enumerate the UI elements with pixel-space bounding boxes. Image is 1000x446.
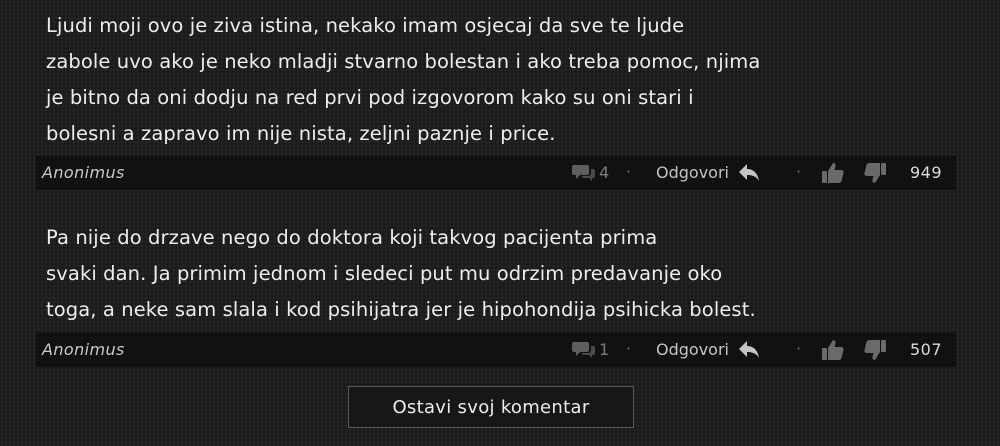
reply-count-value: 1 <box>599 339 610 359</box>
reply-label: Odgovori <box>656 162 729 182</box>
reply-label: Odgovori <box>656 339 729 359</box>
comment-line: je bitno da oni dodju na red prvi pod iz… <box>46 86 694 109</box>
comment-line: bolesni a zapravo im nije nista, zeljni … <box>46 122 556 145</box>
reply-button[interactable]: Odgovori <box>656 337 761 361</box>
vote-score: 507 <box>909 340 942 359</box>
separator: · <box>626 339 632 358</box>
comment-meta-bar: Anonimus 4 · Odgovori · 949 <box>36 155 956 190</box>
comment-line: zabole uvo ako je neko mladji stvarno bo… <box>46 50 761 73</box>
reply-arrow-icon <box>738 341 759 358</box>
speech-bubbles-icon <box>572 165 595 181</box>
separator: · <box>796 339 802 358</box>
comment-line: Ljudi moji ovo je ziva istina, nekako im… <box>46 14 685 37</box>
comment-line: toga, a neke sam slala i kod psihijatra … <box>46 298 756 321</box>
comment-author: Anonimus <box>42 340 125 359</box>
comment-meta-bar: Anonimus 1 · Odgovori · 507 <box>36 332 956 367</box>
vote-score: 949 <box>909 163 942 182</box>
speech-bubbles-icon <box>572 342 595 358</box>
reply-button[interactable]: Odgovori <box>656 160 761 184</box>
thumbs-up-icon[interactable] <box>820 337 846 363</box>
comment-body: Pa nije do drzave nego do doktora koji t… <box>46 220 756 328</box>
reply-count-value: 4 <box>599 162 610 182</box>
comment-author: Anonimus <box>42 163 125 182</box>
comment-line: svaki dan. Ja primim jednom i sledeci pu… <box>46 262 723 285</box>
separator: · <box>626 162 632 181</box>
reply-arrow-icon <box>738 164 759 181</box>
comments-section: Ljudi moji ovo je ziva istina, nekako im… <box>0 0 1000 446</box>
separator: · <box>796 162 802 181</box>
comment-line: Pa nije do drzave nego do doktora koji t… <box>46 226 658 249</box>
leave-comment-button[interactable]: Ostavi svoj komentar <box>348 386 634 428</box>
thumbs-down-icon[interactable] <box>862 337 888 363</box>
thumbs-up-icon[interactable] <box>820 160 846 186</box>
reply-count[interactable]: 4 <box>572 161 609 183</box>
comment-body: Ljudi moji ovo je ziva istina, nekako im… <box>46 8 760 152</box>
thumbs-down-icon[interactable] <box>862 160 888 186</box>
reply-count[interactable]: 1 <box>572 338 609 360</box>
